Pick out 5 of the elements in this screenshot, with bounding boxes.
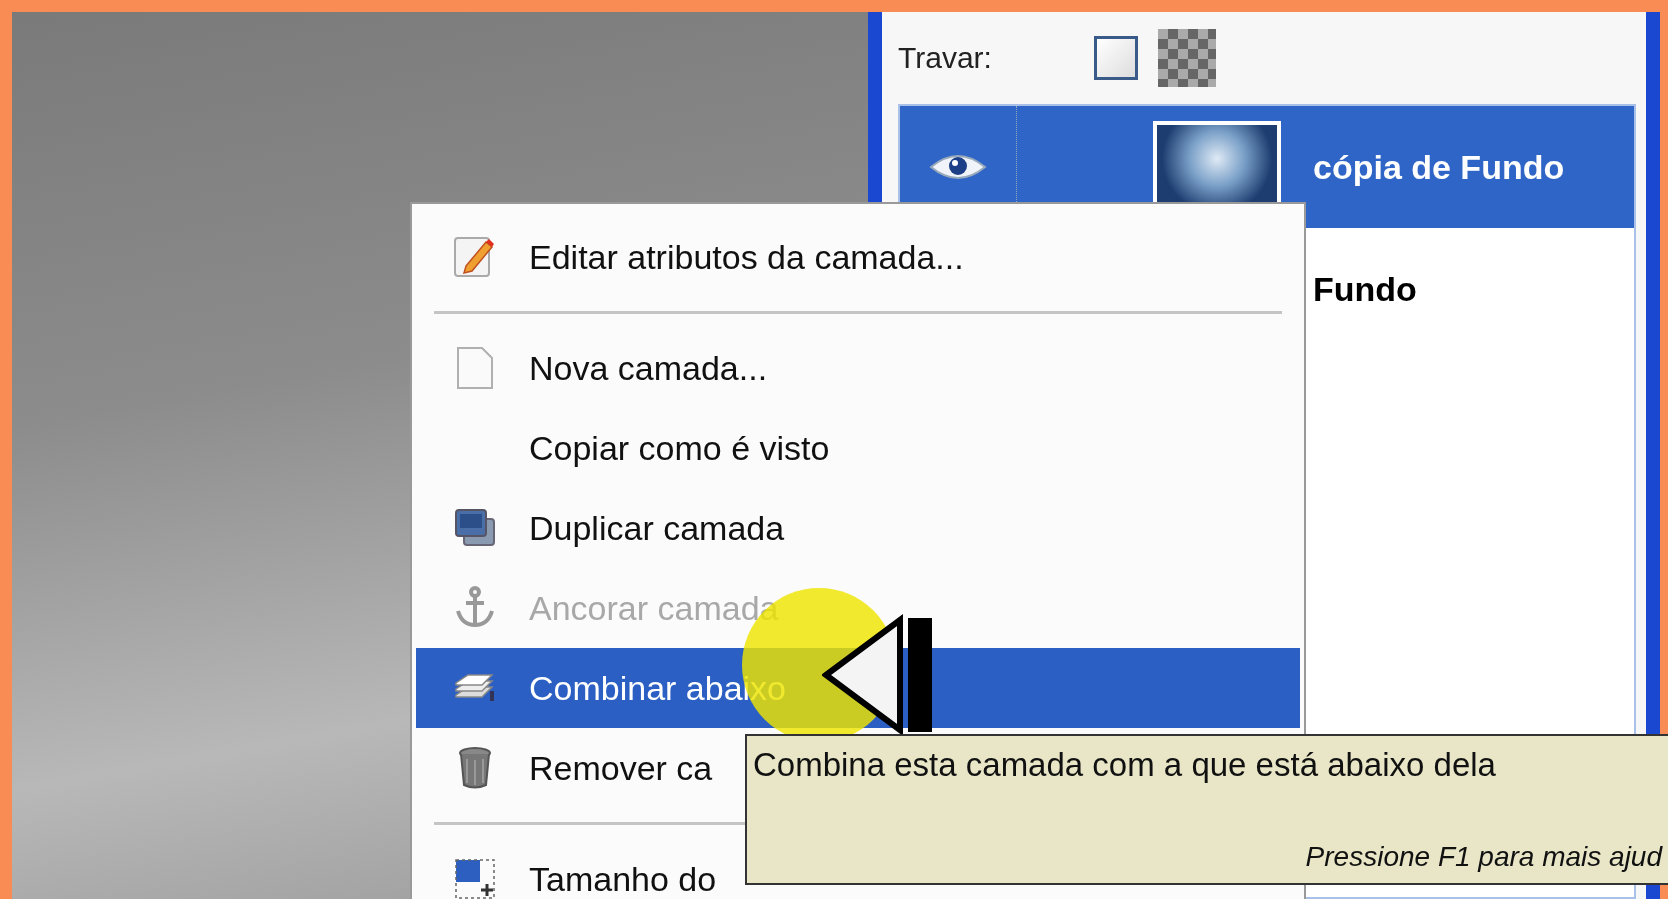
- layer-name: Fundo: [1313, 269, 1417, 309]
- lock-label: Travar:: [898, 41, 993, 75]
- layer-name: cópia de Fundo: [1313, 147, 1565, 187]
- tooltip-hint: Pressione F1 para mais ajud: [1304, 841, 1662, 874]
- tooltip-text: Combina esta camada com a que está abaixo dela: [753, 746, 1497, 784]
